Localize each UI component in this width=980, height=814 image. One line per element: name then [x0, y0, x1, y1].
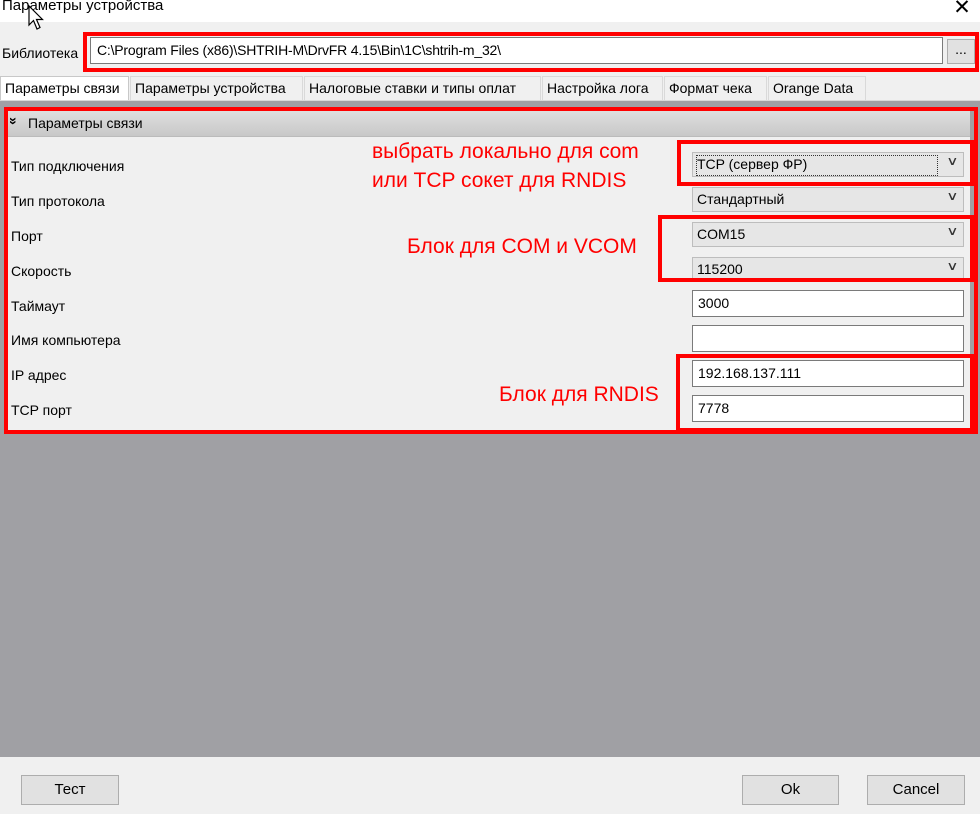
tab-orange-data[interactable]: Orange Data: [768, 76, 866, 100]
window-title: Параметры устройства: [2, 0, 164, 14]
tab-tax-rates[interactable]: Налоговые ставки и типы оплат: [304, 76, 541, 100]
annotation-rndis-block: Блок для RNDIS: [499, 383, 659, 406]
library-label: Библиотека: [2, 45, 79, 61]
annotation-connection-box: [677, 140, 974, 186]
tab-strip: Параметры связи Параметры устройства Нал…: [0, 76, 980, 101]
tab-device-params[interactable]: Параметры устройства: [130, 76, 303, 100]
tab-log-settings[interactable]: Настройка лога: [542, 76, 663, 100]
annotation-com-block: Блок для COM и VCOM: [407, 235, 637, 258]
annotation-connection-line1: выбрать локально для com: [372, 140, 639, 163]
annotation-library-box: [83, 32, 979, 72]
tab-connection-params[interactable]: Параметры связи: [0, 76, 129, 101]
ok-button[interactable]: Ok: [742, 775, 839, 805]
annotation-com-box: [658, 215, 974, 282]
annotation-rndis-box: [676, 354, 974, 432]
annotation-connection-line2: или TCP сокет для RNDIS: [372, 169, 627, 192]
tab-receipt-format[interactable]: Формат чека: [664, 76, 767, 100]
test-button[interactable]: Тест: [21, 775, 119, 805]
cancel-button[interactable]: Cancel: [867, 775, 965, 805]
close-button[interactable]: ✕: [946, 0, 978, 20]
mouse-cursor-icon: [28, 5, 44, 30]
